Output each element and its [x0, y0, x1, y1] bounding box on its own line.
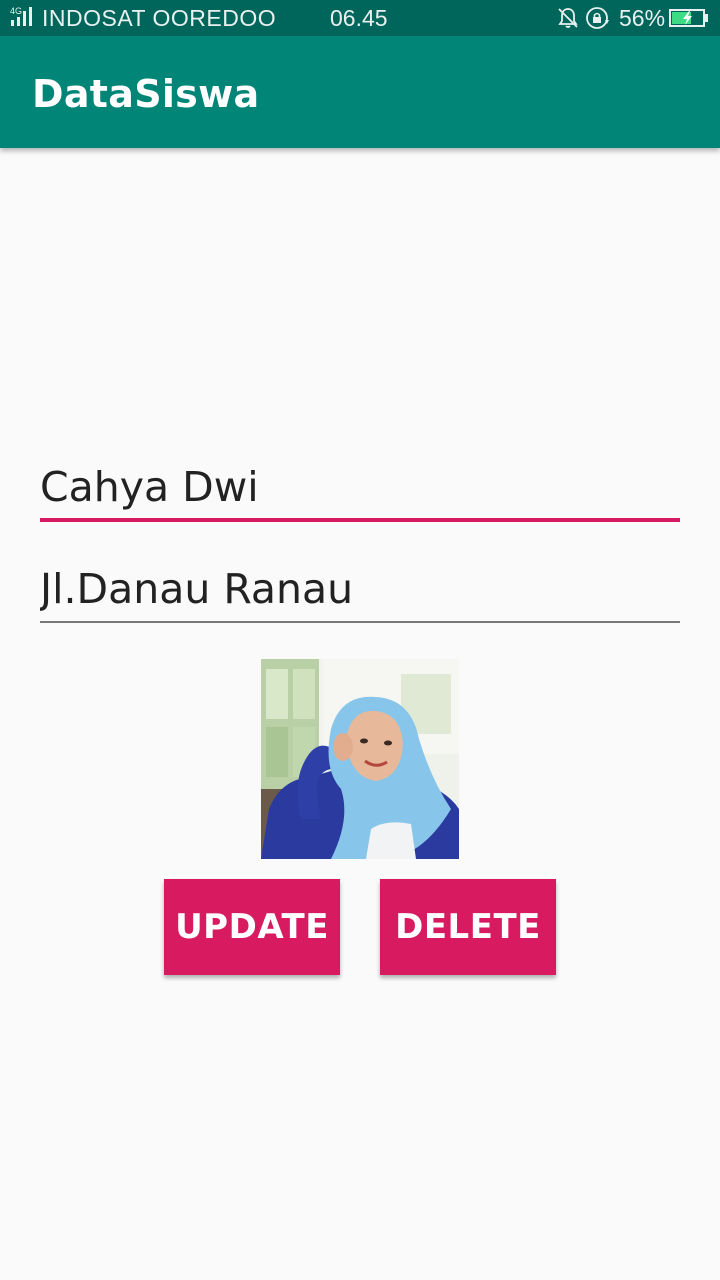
alarm-off-icon [558, 8, 578, 28]
address-field[interactable] [40, 561, 680, 617]
app-title: DataSiswa [32, 72, 260, 116]
carrier-name: INDOSAT OOREDOO [42, 5, 277, 31]
name-field-underline [40, 518, 680, 522]
delete-button[interactable]: DELETE [380, 879, 556, 975]
battery-percent: 56% [619, 5, 666, 31]
status-clock: 06.45 [330, 5, 388, 31]
network-type-label: 4G [10, 6, 22, 16]
rotation-lock-icon [586, 7, 609, 29]
address-field-underline [40, 621, 680, 623]
student-photo-image [261, 659, 459, 859]
signal-icon: 4G [10, 6, 32, 26]
update-button[interactable]: UPDATE [164, 879, 340, 975]
app-bar: DataSiswa [0, 36, 720, 148]
status-bar: 4G INDOSAT OOREDOO 06.45 56% [0, 0, 720, 36]
battery-charging-icon [669, 9, 708, 27]
name-field[interactable] [40, 459, 680, 515]
student-photo[interactable] [261, 659, 459, 859]
